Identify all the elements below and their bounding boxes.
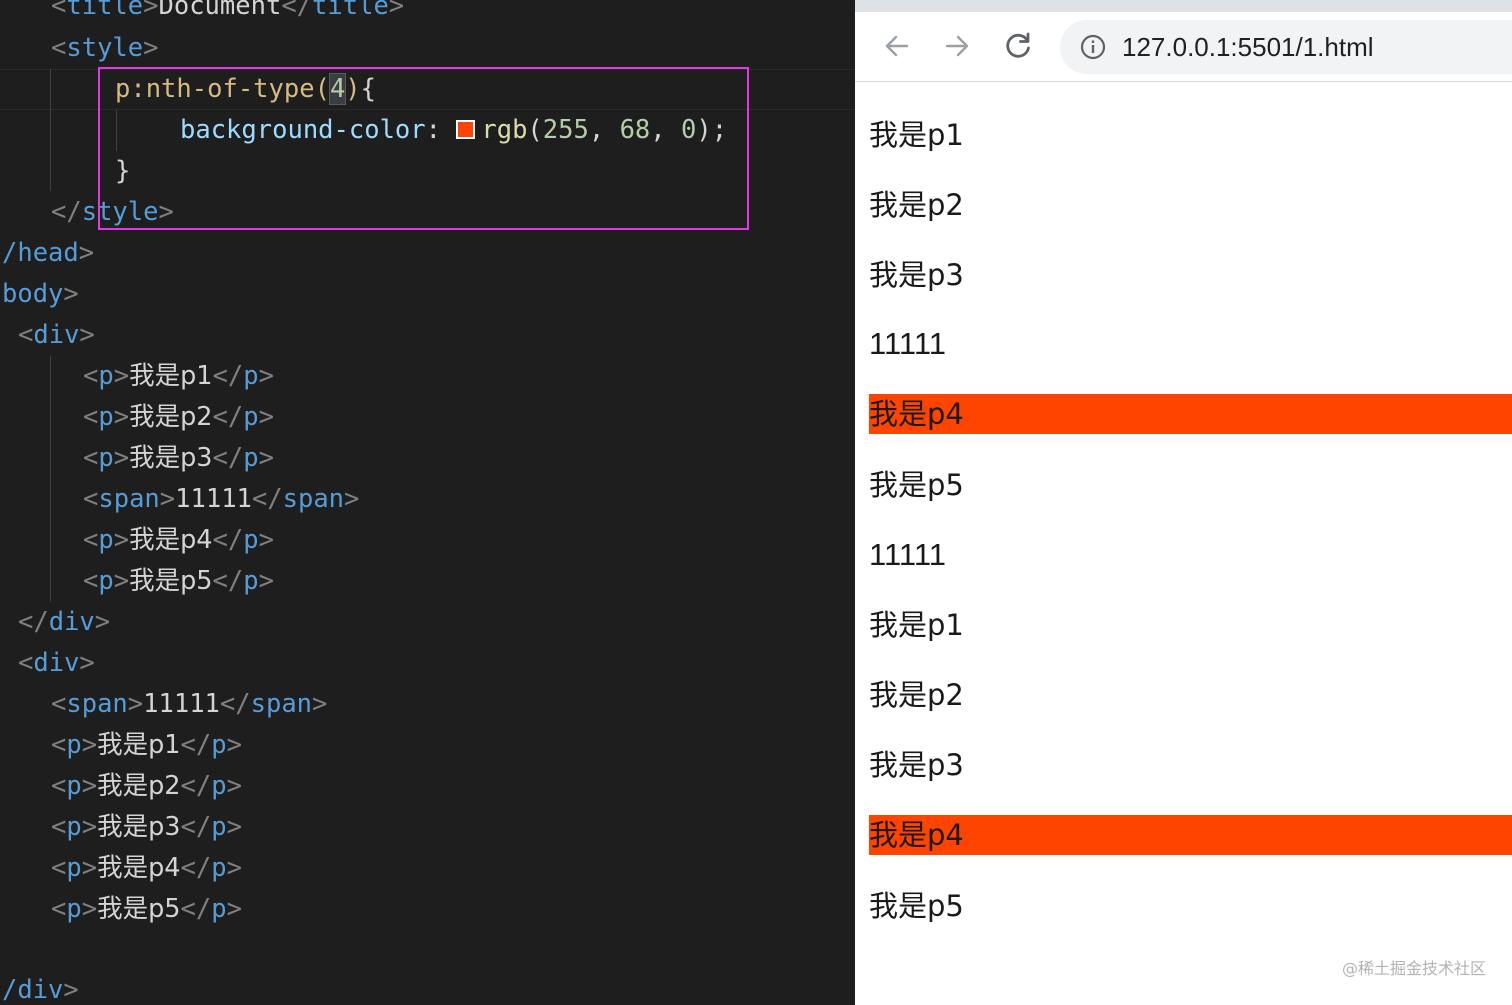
code-line-declaration: background-color: rgb(255, 68, 0); <box>180 115 728 145</box>
code-line-div-open: <div> <box>18 320 95 350</box>
code-line-p: <p>我是p5</p> <box>51 894 242 924</box>
code-line-p: <p>我是p3</p> <box>83 443 274 473</box>
code-line-brace-close: } <box>115 156 131 186</box>
code-editor[interactable]: <title>Document</title> <style> p:nth-of… <box>0 0 855 1005</box>
reload-icon <box>1006 32 1030 58</box>
indent-guide <box>50 356 51 602</box>
code-line-span: <span>11111</span> <box>83 484 360 514</box>
page-paragraph: 我是p1 <box>869 608 964 642</box>
reload-button[interactable] <box>1000 28 1036 64</box>
code-line-p: <p>我是p4</p> <box>51 853 242 883</box>
info-icon[interactable] <box>1080 34 1106 60</box>
page-paragraph: 我是p3 <box>869 748 964 782</box>
code-line-selector: p:nth-of-type(4){ <box>115 73 377 105</box>
arrow-left-icon <box>885 35 909 57</box>
browser-window: 127.0.0.1:5501/1.html 我是p1 我是p2 我是p3 111… <box>855 0 1512 1005</box>
arrow-right-icon <box>945 35 969 57</box>
code-line-div-open: <div> <box>18 648 95 678</box>
code-line-head-close: /head> <box>2 238 95 268</box>
page-paragraph: 我是p2 <box>869 188 964 222</box>
code-line-p: <p>我是p3</p> <box>51 812 242 842</box>
page-paragraph-highlighted: 我是p4 <box>869 815 1512 855</box>
page-paragraph: 我是p5 <box>869 468 964 502</box>
indent-guide <box>116 110 117 151</box>
code-line-title: <title>Document</title> <box>51 0 405 21</box>
code-line-p: <p>我是p5</p> <box>83 566 274 596</box>
forward-button[interactable] <box>939 28 975 64</box>
tab-strip <box>855 0 1512 12</box>
page-paragraph: 我是p5 <box>869 889 964 923</box>
code-line-p: <p>我是p2</p> <box>83 402 274 432</box>
page-span-text: 11111 <box>869 537 947 572</box>
page-paragraph: 我是p1 <box>869 118 964 152</box>
code-line-style-open: <style> <box>51 33 159 63</box>
page-paragraph: 我是p2 <box>869 678 964 712</box>
page-span-text: 11111 <box>869 326 947 361</box>
color-swatch[interactable] <box>456 119 476 139</box>
address-bar[interactable]: 127.0.0.1:5501/1.html <box>1060 20 1512 74</box>
indent-guide <box>50 69 51 191</box>
code-line-span: <span>11111</span> <box>51 689 328 719</box>
code-line-div-close: </div> <box>18 607 111 637</box>
browser-toolbar: 127.0.0.1:5501/1.html <box>855 12 1512 82</box>
back-button[interactable] <box>879 28 915 64</box>
code-line-div-close: /div> <box>2 975 79 1005</box>
code-line-body-open: body> <box>2 279 79 309</box>
code-line-p: <p>我是p1</p> <box>83 361 274 391</box>
page-paragraph-highlighted: 我是p4 <box>869 394 1512 434</box>
page-content: 我是p1 我是p2 我是p3 11111 我是p4 我是p5 11111 我是p… <box>855 83 1512 1005</box>
code-line-p: <p>我是p1</p> <box>51 730 242 760</box>
url-text[interactable]: 127.0.0.1:5501/1.html <box>1122 20 1374 74</box>
code-line-p: <p>我是p4</p> <box>83 525 274 555</box>
watermark: @稀土掘金技术社区 <box>1341 959 1486 978</box>
code-line-style-close: </style> <box>51 197 174 227</box>
code-line-p: <p>我是p2</p> <box>51 771 242 801</box>
page-paragraph: 我是p3 <box>869 258 964 292</box>
